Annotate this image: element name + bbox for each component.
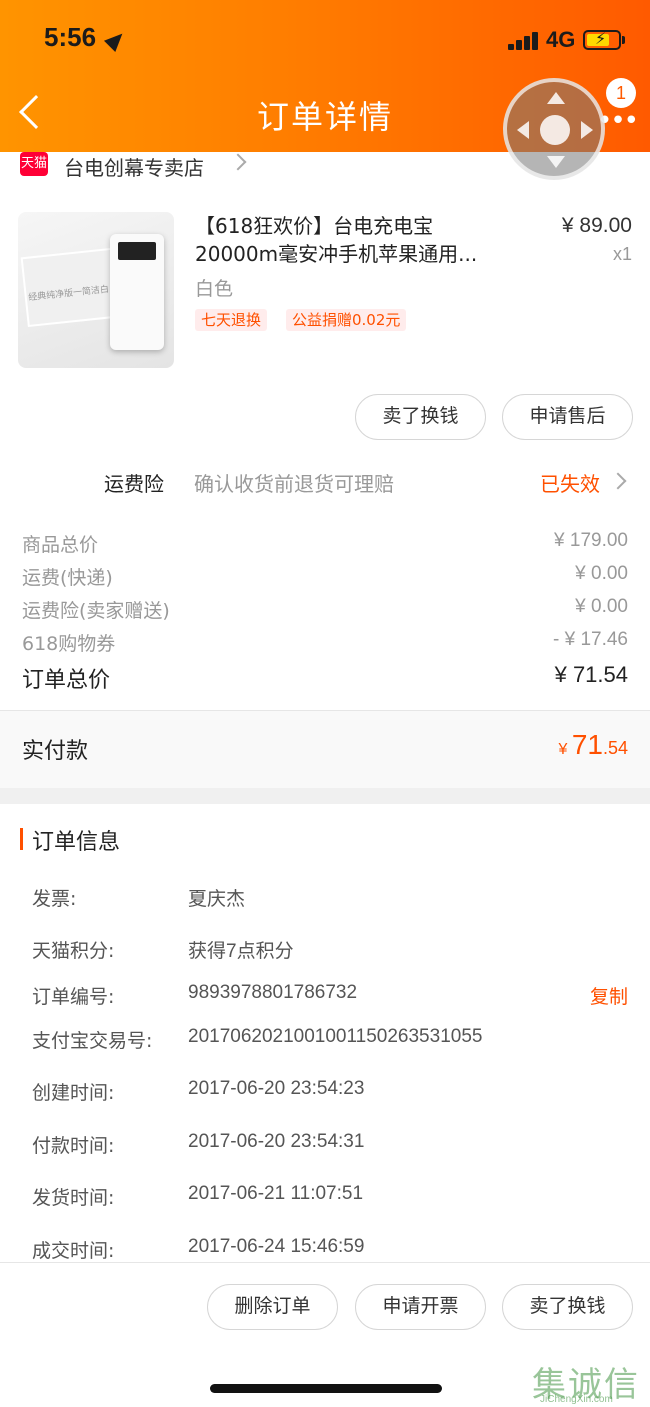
chevron-right-icon[interactable] [609, 472, 627, 490]
request-invoice-button[interactable]: 申请开票 [355, 1284, 486, 1330]
price-row-goods-total: 商品总价 ¥ 179.00 [22, 530, 628, 560]
price-label: 商品总价 [22, 534, 99, 556]
watermark-url: JiChengXin.com [540, 1394, 613, 1405]
info-row-created: 创建时间: 2017-06-20 23:54:23 [32, 1078, 628, 1106]
info-value: 获得7点积分 [188, 941, 294, 962]
product-title-line2: 20000m毫安冲手机苹果通用... [195, 242, 478, 266]
price-row-coupon: 618购物券 - ¥ 17.46 [22, 629, 628, 659]
info-row-invoice: 发票: 夏庆杰 [32, 884, 628, 912]
product-title[interactable]: 【618狂欢价】台电充电宝 20000m毫安冲手机苹果通用... [195, 212, 515, 268]
assist-center [540, 115, 570, 145]
product-image[interactable]: 经典纯净版一简洁白 [18, 212, 174, 368]
network-type: 4G [546, 27, 576, 52]
payment-integer: 71 [571, 729, 603, 760]
total-label: 订单总价 [22, 668, 111, 693]
info-value: 2017-06-20 23:54:23 [188, 1078, 365, 1099]
home-indicator[interactable] [210, 1384, 442, 1393]
arrow-left-icon [517, 121, 529, 139]
payment-decimal: .54 [602, 738, 628, 758]
price-label: 618购物券 [22, 633, 116, 655]
info-row-completed: 成交时间: 2017-06-24 15:46:59 [32, 1236, 628, 1264]
section-accent-bar [20, 828, 23, 850]
price-value: - ¥ 17.46 [553, 629, 628, 650]
total-value: ¥ 71.54 [554, 662, 628, 687]
cellular-signal-icon [508, 30, 540, 50]
info-value: 2017-06-24 15:46:59 [188, 1236, 365, 1257]
product-sku: 白色 [195, 278, 234, 300]
info-row-order-number: 订单编号: 9893978801786732 复制 [32, 982, 628, 1010]
chevron-right-icon [229, 153, 247, 171]
store-name: 台电创幕专卖店 [64, 156, 204, 180]
section-divider [0, 788, 650, 804]
price-value: ¥ 0.00 [575, 563, 628, 584]
info-value: 夏庆杰 [188, 889, 246, 910]
info-key: 支付宝交易号: [32, 1030, 153, 1052]
info-key: 发货时间: [32, 1187, 115, 1209]
price-row-insurance: 运费险(卖家赠送) ¥ 0.00 [22, 596, 628, 626]
info-row-paid: 付款时间: 2017-06-20 23:54:31 [32, 1131, 628, 1159]
info-key: 付款时间: [32, 1135, 115, 1157]
price-label: 运费险(卖家赠送) [22, 600, 170, 622]
product-price: ¥ 89.00 [561, 214, 632, 237]
info-row-points: 天猫积分: 获得7点积分 [32, 936, 628, 964]
sell-for-cash-bottom-button[interactable]: 卖了换钱 [502, 1284, 633, 1330]
order-info-title: 订单信息 [32, 830, 121, 855]
battery-icon: ⚡ [583, 29, 621, 50]
info-key: 天猫积分: [32, 940, 115, 962]
info-value: 2017-06-21 11:07:51 [188, 1183, 364, 1204]
info-key: 订单编号: [32, 986, 115, 1008]
product-title-line1: 【618狂欢价】台电充电宝 [195, 214, 434, 238]
arrow-right-icon [581, 121, 593, 139]
actual-payment-value: ¥ 71.54 [558, 729, 628, 761]
price-row-shipping: 运费(快递) ¥ 0.00 [22, 563, 628, 593]
insurance-status[interactable]: 已失效 [540, 468, 600, 497]
arrow-up-icon [547, 92, 565, 104]
insurance-label: 运费险 [104, 472, 164, 496]
sell-for-cash-button[interactable]: 卖了换钱 [355, 394, 486, 440]
info-key: 成交时间: [32, 1240, 115, 1262]
price-value: ¥ 179.00 [554, 530, 628, 551]
tag-charity-donation: 公益捐赠0.02元 [286, 309, 407, 331]
tmall-logo-icon: 天猫 [20, 152, 48, 176]
info-row-alipay-trade: 支付宝交易号: 2017062021001001150263531055 [32, 1026, 628, 1054]
info-value: 2017-06-20 23:54:31 [188, 1131, 365, 1152]
info-value: 9893978801786732 [188, 982, 358, 1003]
price-label: 运费(快递) [22, 567, 113, 589]
status-time: 5:56 [44, 22, 97, 52]
info-key: 创建时间: [32, 1082, 115, 1104]
price-value: ¥ 0.00 [575, 596, 628, 617]
info-value: 2017062021001001150263531055 [188, 1026, 483, 1047]
actual-payment-row: 实付款 ¥ 71.54 [0, 710, 650, 788]
copy-order-number-button[interactable]: 复制 [590, 982, 628, 1009]
price-row-order-total: 订单总价 ¥ 71.54 [22, 662, 628, 693]
battery-tip [622, 36, 625, 44]
product-quantity: x1 [612, 244, 632, 264]
delete-order-button[interactable]: 删除订单 [207, 1284, 338, 1330]
insurance-description: 确认收货前退货可理赔 [194, 472, 394, 496]
notification-badge: 1 [606, 78, 636, 108]
store-row[interactable]: 天猫 台电创幕专卖店 [0, 152, 650, 182]
tag-seven-day-return: 七天退换 [195, 309, 268, 331]
after-sale-button[interactable]: 申请售后 [502, 394, 633, 440]
currency-symbol: ¥ [558, 741, 568, 758]
info-row-shipped: 发货时间: 2017-06-21 11:07:51 [32, 1183, 628, 1211]
location-arrow-icon [103, 27, 129, 53]
info-key: 发票: [32, 888, 77, 910]
actual-payment-label: 实付款 [22, 739, 89, 764]
